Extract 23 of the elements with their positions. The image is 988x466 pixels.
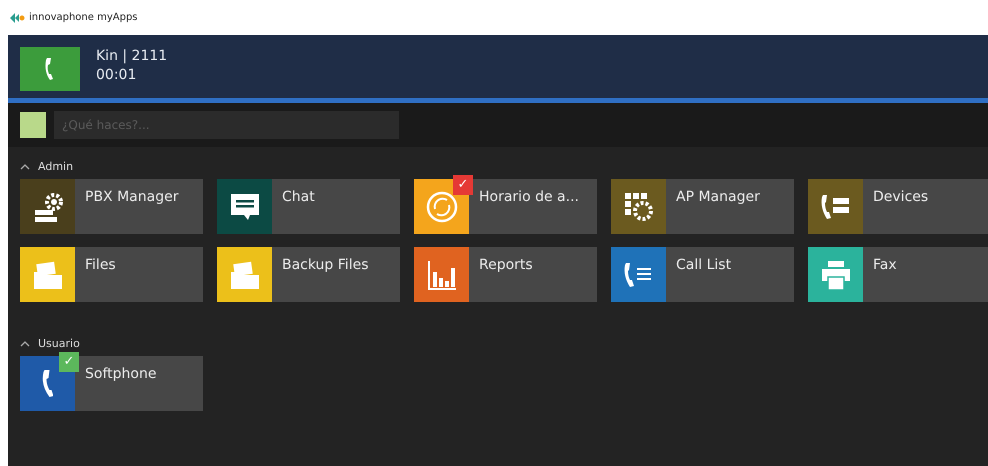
logo-icon [10,12,25,22]
app-tile[interactable]: Files [20,247,203,302]
phone-icon [44,57,56,81]
check-badge: ✓ [453,175,473,195]
app-tile[interactable]: AP Manager [611,179,794,234]
app-tile[interactable]: Reports [414,247,597,302]
section-title: Usuario [38,336,80,352]
caret-icon[interactable] [20,341,30,347]
check-badge: ✓ [59,352,79,372]
app-tile[interactable]: Chat [217,179,400,234]
window-title: innovaphone myApps [29,11,138,25]
call-duration: 00:01 [96,66,138,85]
app-tile[interactable]: Fax [808,247,988,302]
section-title: Admin [38,158,74,175]
refresh-circle-icon [424,190,458,224]
phone-icon [42,370,54,397]
caller-name: Kin | 2111 [96,47,168,66]
app-tile[interactable]: Call List [611,247,794,302]
call-button[interactable] [20,47,80,91]
caret-icon[interactable] [20,164,30,170]
app-tile[interactable]: Backup Files [217,247,400,302]
app-tile[interactable]: PBX Manager [20,179,203,234]
app-tile[interactable]: Devices [808,179,988,234]
